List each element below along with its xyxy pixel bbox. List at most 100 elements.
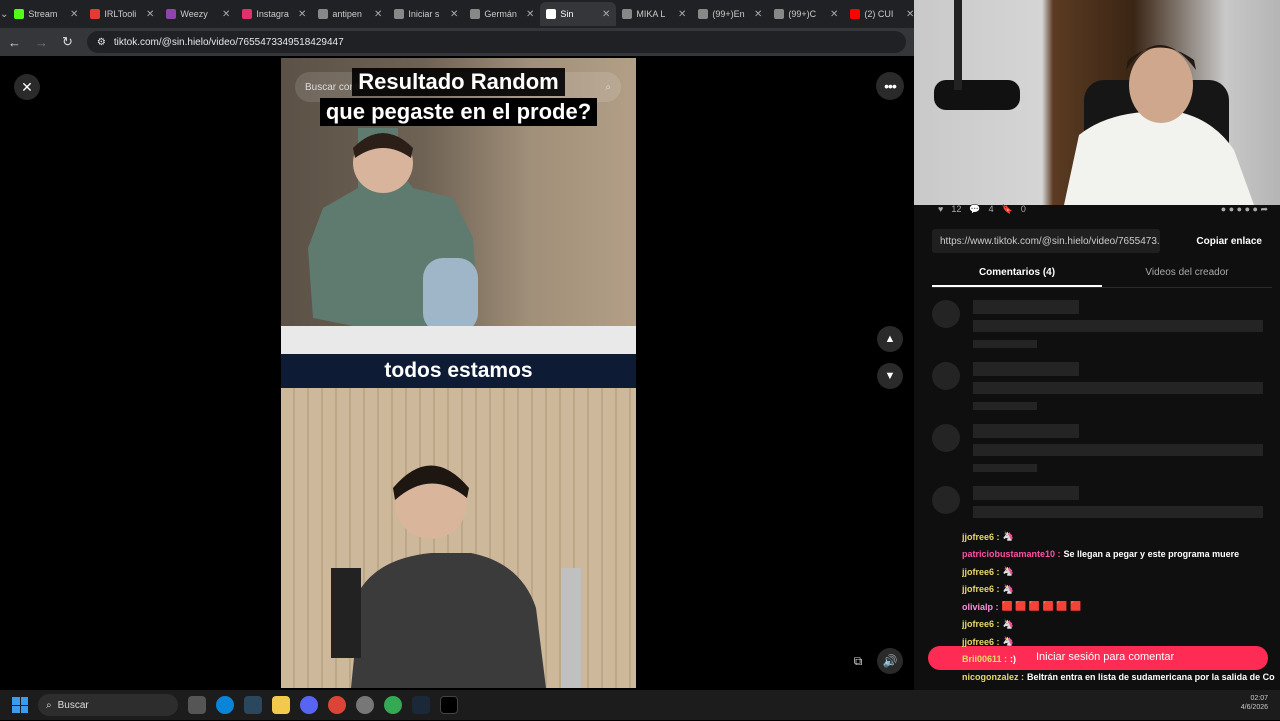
close-tab-icon[interactable]: ✕ (298, 9, 306, 20)
forward-icon[interactable]: → (35, 35, 48, 50)
steam-icon[interactable] (244, 696, 262, 714)
discord-icon[interactable] (300, 696, 318, 714)
close-tab-icon[interactable]: ✕ (906, 9, 914, 20)
comment-skeleton (932, 362, 1272, 412)
browser-tab[interactable]: Germán ✕ (464, 2, 540, 26)
site-info-icon[interactable]: ⚙ (97, 37, 106, 48)
chat-username[interactable]: nicogonzalez : (962, 672, 1024, 682)
close-tab-icon[interactable]: ✕ (678, 9, 686, 20)
tab-title: IRLTooli (104, 9, 137, 19)
close-tab-icon[interactable]: ✕ (754, 9, 762, 20)
tab-title: MIKA L (636, 9, 666, 19)
volume-icon[interactable]: 🔊 (877, 648, 903, 674)
close-icon[interactable]: ✕ (14, 74, 40, 100)
login-to-comment-label[interactable]: Iniciar sesión para comentar (1036, 651, 1174, 663)
taskbar-search-label: Buscar (57, 699, 89, 711)
tab-favicon-icon (394, 9, 405, 19)
search-icon: ⌕ (46, 699, 52, 711)
chat-username[interactable]: patriciobustamante10 : (962, 549, 1061, 559)
system-clock: 02:07 4/6/2026 (1241, 694, 1268, 712)
chat-username[interactable]: jjofree6 : (962, 619, 1000, 629)
comment-icon[interactable]: 💬 (969, 204, 980, 215)
copy-link-button[interactable]: Copiar enlace (1186, 236, 1272, 247)
close-tab-icon[interactable]: ✕ (222, 9, 230, 20)
chat-text: 🦄 (1002, 583, 1014, 594)
browser-tab[interactable]: IRLTooli ✕ (84, 2, 160, 26)
chat-message: patriciobustamante10 : Se llegan a pegar … (962, 546, 1280, 564)
share-link-field[interactable]: https://www.tiktok.com/@sin.hielo/video/… (932, 229, 1160, 253)
tab-title: Instagra (256, 9, 289, 19)
tab-comments[interactable]: Comentarios (4) (932, 262, 1102, 287)
comment-skeleton (932, 300, 1272, 350)
back-icon[interactable]: ← (8, 35, 21, 50)
close-tab-icon[interactable]: ✕ (70, 9, 78, 20)
comment-skeleton (932, 424, 1272, 474)
obs-icon[interactable] (440, 696, 458, 714)
chat-message: jjofree6 : 🦄 (962, 616, 1280, 634)
steam-alt-icon[interactable] (412, 696, 430, 714)
taskbar-search[interactable]: ⌕ Buscar (38, 694, 178, 716)
close-tab-icon[interactable]: ✕ (450, 9, 458, 20)
folder-icon[interactable] (272, 696, 290, 714)
tab-favicon-icon (14, 9, 25, 19)
chat-username[interactable]: jjofree6 : (962, 637, 1000, 647)
browser-tab[interactable]: (99+)C ✕ (768, 2, 844, 26)
browser-tab[interactable]: (99+)En ✕ (692, 2, 768, 26)
close-tab-icon[interactable]: ✕ (526, 9, 534, 20)
tab-title: antipen (332, 9, 362, 19)
tab-creator-videos[interactable]: Videos del creador (1102, 262, 1272, 287)
tab-favicon-icon (850, 9, 861, 19)
close-tab-icon[interactable]: ✕ (374, 9, 382, 20)
pip-icon[interactable]: ⧉ (848, 650, 868, 672)
chat-message: jjofree6 : 🦄 (962, 528, 1280, 546)
chat-text: 🟥 🟥 🟥 🟥 🟥 🟥 (1001, 601, 1082, 612)
chrome-icon[interactable] (328, 696, 346, 714)
chat-username[interactable]: jjofree6 : (962, 567, 1000, 577)
like-icon[interactable]: ♥ (938, 204, 943, 214)
browser-tab[interactable]: Sin ✕ (540, 2, 617, 26)
more-options-icon[interactable]: ••• (876, 72, 904, 100)
chevron-down-icon[interactable]: ▼ (877, 363, 903, 389)
url-text: tiktok.com/@sin.hielo/video/765547334951… (113, 36, 344, 48)
browser-tab[interactable]: Iniciar s ✕ (388, 2, 464, 26)
taskbar: ⌕ Buscar (0, 690, 1280, 720)
chevron-up-icon[interactable]: ▲ (877, 326, 903, 352)
bookmark-icon[interactable]: 🔖 (1002, 204, 1013, 215)
like-count: 12 (951, 204, 962, 214)
chat-username[interactable]: jjofree6 : (962, 584, 1000, 594)
chat-message: olivialp : 🟥 🟥 🟥 🟥 🟥 🟥 (962, 598, 1280, 616)
close-tab-icon[interactable]: ✕ (602, 9, 610, 20)
tab-title: (99+)C (788, 9, 817, 19)
video-title-line2: que pegaste en el prode? (319, 98, 598, 126)
close-tab-icon[interactable]: ✕ (830, 9, 838, 20)
tab-favicon-icon (470, 9, 481, 19)
share-icons[interactable]: ● ● ● ● ● ➦ (1221, 204, 1268, 215)
chat-text: 🦄 (1002, 618, 1014, 629)
chat-username[interactable]: Brii00611 : (962, 654, 1007, 664)
url-field[interactable]: ⚙ tiktok.com/@sin.hielo/video/7655473349… (86, 31, 906, 53)
browser-tab[interactable]: MIKA L ✕ (616, 2, 692, 26)
tab-favicon-icon (698, 9, 709, 19)
edge-icon[interactable] (216, 696, 234, 714)
chrome-profile-icon[interactable] (384, 696, 402, 714)
chat-username[interactable]: olivialp : (962, 602, 999, 612)
app-icon[interactable] (356, 696, 374, 714)
browser-tab[interactable]: Weezy ✕ (160, 2, 236, 26)
reload-icon[interactable]: ↻ (62, 34, 73, 50)
browser-tab[interactable]: Stream ✕ (8, 2, 84, 26)
browser-tab[interactable]: Instagra ✕ (236, 2, 312, 26)
tab-title: (99+)En (712, 9, 745, 19)
tab-search-menu-icon[interactable]: ⌄ (0, 0, 8, 28)
chat-message: jjofree6 : 🦄 (962, 633, 1280, 651)
chat-message: jjofree6 : 🦄 (962, 563, 1280, 581)
task-view-icon[interactable] (188, 696, 206, 714)
tab-favicon-icon (774, 9, 785, 19)
windows-start-icon[interactable] (12, 697, 28, 713)
chat-username[interactable]: jjofree6 : (962, 532, 1000, 542)
browser-tab[interactable]: antipen ✕ (312, 2, 388, 26)
video-player[interactable]: todos estamos Buscar contenido relaciona… (281, 58, 636, 688)
close-tab-icon[interactable]: ✕ (146, 9, 154, 20)
video-subtitle: todos estamos (281, 354, 636, 388)
browser-tab[interactable]: (2) CUI ✕ (844, 2, 914, 26)
tab-title: (2) CUI (864, 9, 894, 19)
